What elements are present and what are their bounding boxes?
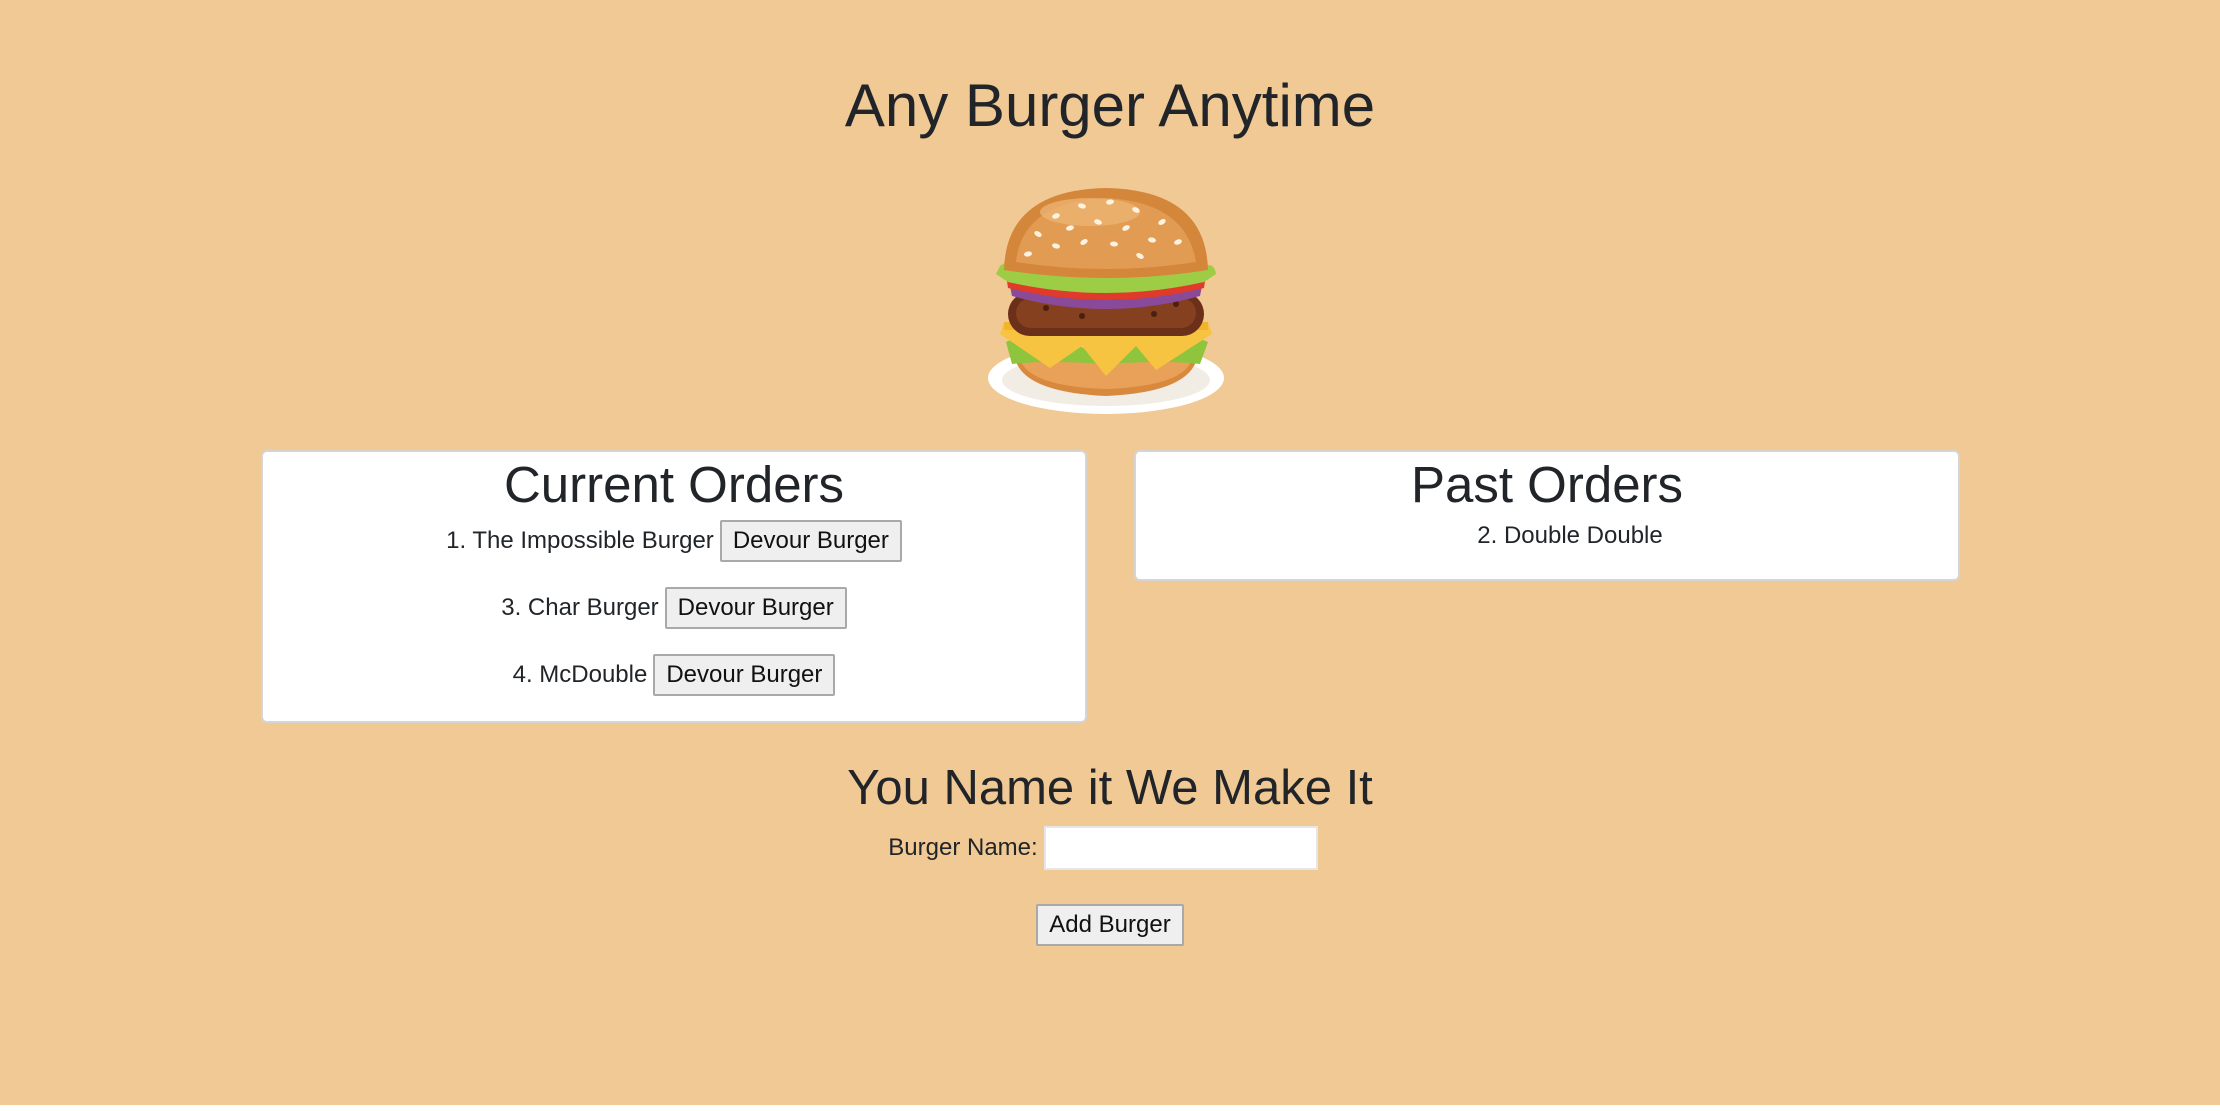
order-item: 1. The Impossible Burger Devour Burger bbox=[263, 520, 1085, 562]
order-item: 3. Char Burger Devour Burger bbox=[263, 587, 1085, 629]
burger-name-input[interactable] bbox=[1043, 826, 1318, 870]
hamburger-illustration-icon bbox=[988, 188, 1224, 414]
burger-name-label: Burger Name: bbox=[888, 834, 1038, 861]
burger-name-form-row: Burger Name: bbox=[0, 826, 2220, 870]
add-burger-row: Add Burger bbox=[0, 904, 2220, 946]
devour-burger-button[interactable]: Devour Burger bbox=[719, 520, 902, 562]
order-item-label: 3. Char Burger bbox=[501, 594, 659, 621]
order-item-label: 4. McDouble bbox=[512, 661, 648, 688]
order-item: 4. McDouble Devour Burger bbox=[263, 654, 1085, 696]
devour-burger-button[interactable]: Devour Burger bbox=[664, 587, 847, 629]
past-orders-card: Past Orders 2. Double Double bbox=[1134, 450, 1960, 581]
order-item-label: 1. The Impossible Burger bbox=[446, 527, 714, 554]
add-burger-button[interactable]: Add Burger bbox=[1036, 904, 1184, 946]
current-orders-card: Current Orders 1. The Impossible Burger … bbox=[261, 450, 1087, 723]
page-title: Any Burger Anytime bbox=[844, 72, 1376, 139]
past-order-item: 2. Double Double bbox=[1477, 522, 1663, 549]
add-burger-form-title: You Name it We Make It bbox=[847, 761, 1373, 815]
devour-burger-button[interactable]: Devour Burger bbox=[653, 654, 836, 696]
current-orders-title: Current Orders bbox=[503, 456, 845, 513]
past-orders-title: Past Orders bbox=[1410, 456, 1684, 513]
